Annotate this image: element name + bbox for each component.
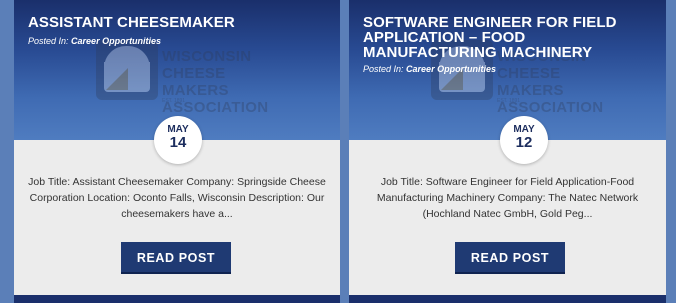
page-frame-right xyxy=(666,0,676,303)
post-card: WISCONSIN CHEESE MAKERS ASSOCIATION EST.… xyxy=(14,0,340,292)
logo-est: EST. 1891 xyxy=(162,98,186,104)
post-card: WISCONSIN CHEESE MAKERS ASSOCIATION EST.… xyxy=(349,0,666,292)
date-day: 14 xyxy=(169,134,187,151)
post-grid: WISCONSIN CHEESE MAKERS ASSOCIATION EST.… xyxy=(14,0,666,303)
read-post-button[interactable]: READ POST xyxy=(455,242,565,274)
post-hero-image[interactable]: WISCONSIN CHEESE MAKERS ASSOCIATION EST.… xyxy=(349,0,666,140)
date-day: 12 xyxy=(515,134,533,151)
cheese-logo-icon xyxy=(96,40,158,100)
post-category: Posted In: Career Opportunities xyxy=(363,64,496,74)
date-badge: MAY 14 xyxy=(154,116,202,164)
page-frame-left xyxy=(0,0,14,303)
logo-est: EST. 1891 xyxy=(497,98,521,104)
post-title[interactable]: SOFTWARE ENGINEER FOR FIELD APPLICATION … xyxy=(363,15,656,60)
post-category: Posted In: Career Opportunities xyxy=(28,36,161,46)
post-title[interactable]: ASSISTANT CHEESEMAKER xyxy=(28,15,330,30)
logo-text: WISCONSIN CHEESE MAKERS ASSOCIATION xyxy=(162,48,269,116)
wcma-logo: WISCONSIN CHEESE MAKERS ASSOCIATION EST.… xyxy=(96,40,276,116)
read-post-button[interactable]: READ POST xyxy=(121,242,231,274)
post-excerpt: Job Title: Assistant Cheesemaker Company… xyxy=(28,176,326,220)
posted-in-label: Posted In: xyxy=(363,64,404,74)
post-excerpt: Job Title: Software Engineer for Field A… xyxy=(376,176,639,220)
category-link[interactable]: Career Opportunities xyxy=(71,36,161,46)
category-link[interactable]: Career Opportunities xyxy=(406,64,496,74)
date-badge: MAY 12 xyxy=(500,116,548,164)
posted-in-label: Posted In: xyxy=(28,36,69,46)
next-post-card-top[interactable] xyxy=(14,295,340,303)
next-post-card-top[interactable] xyxy=(349,295,666,303)
